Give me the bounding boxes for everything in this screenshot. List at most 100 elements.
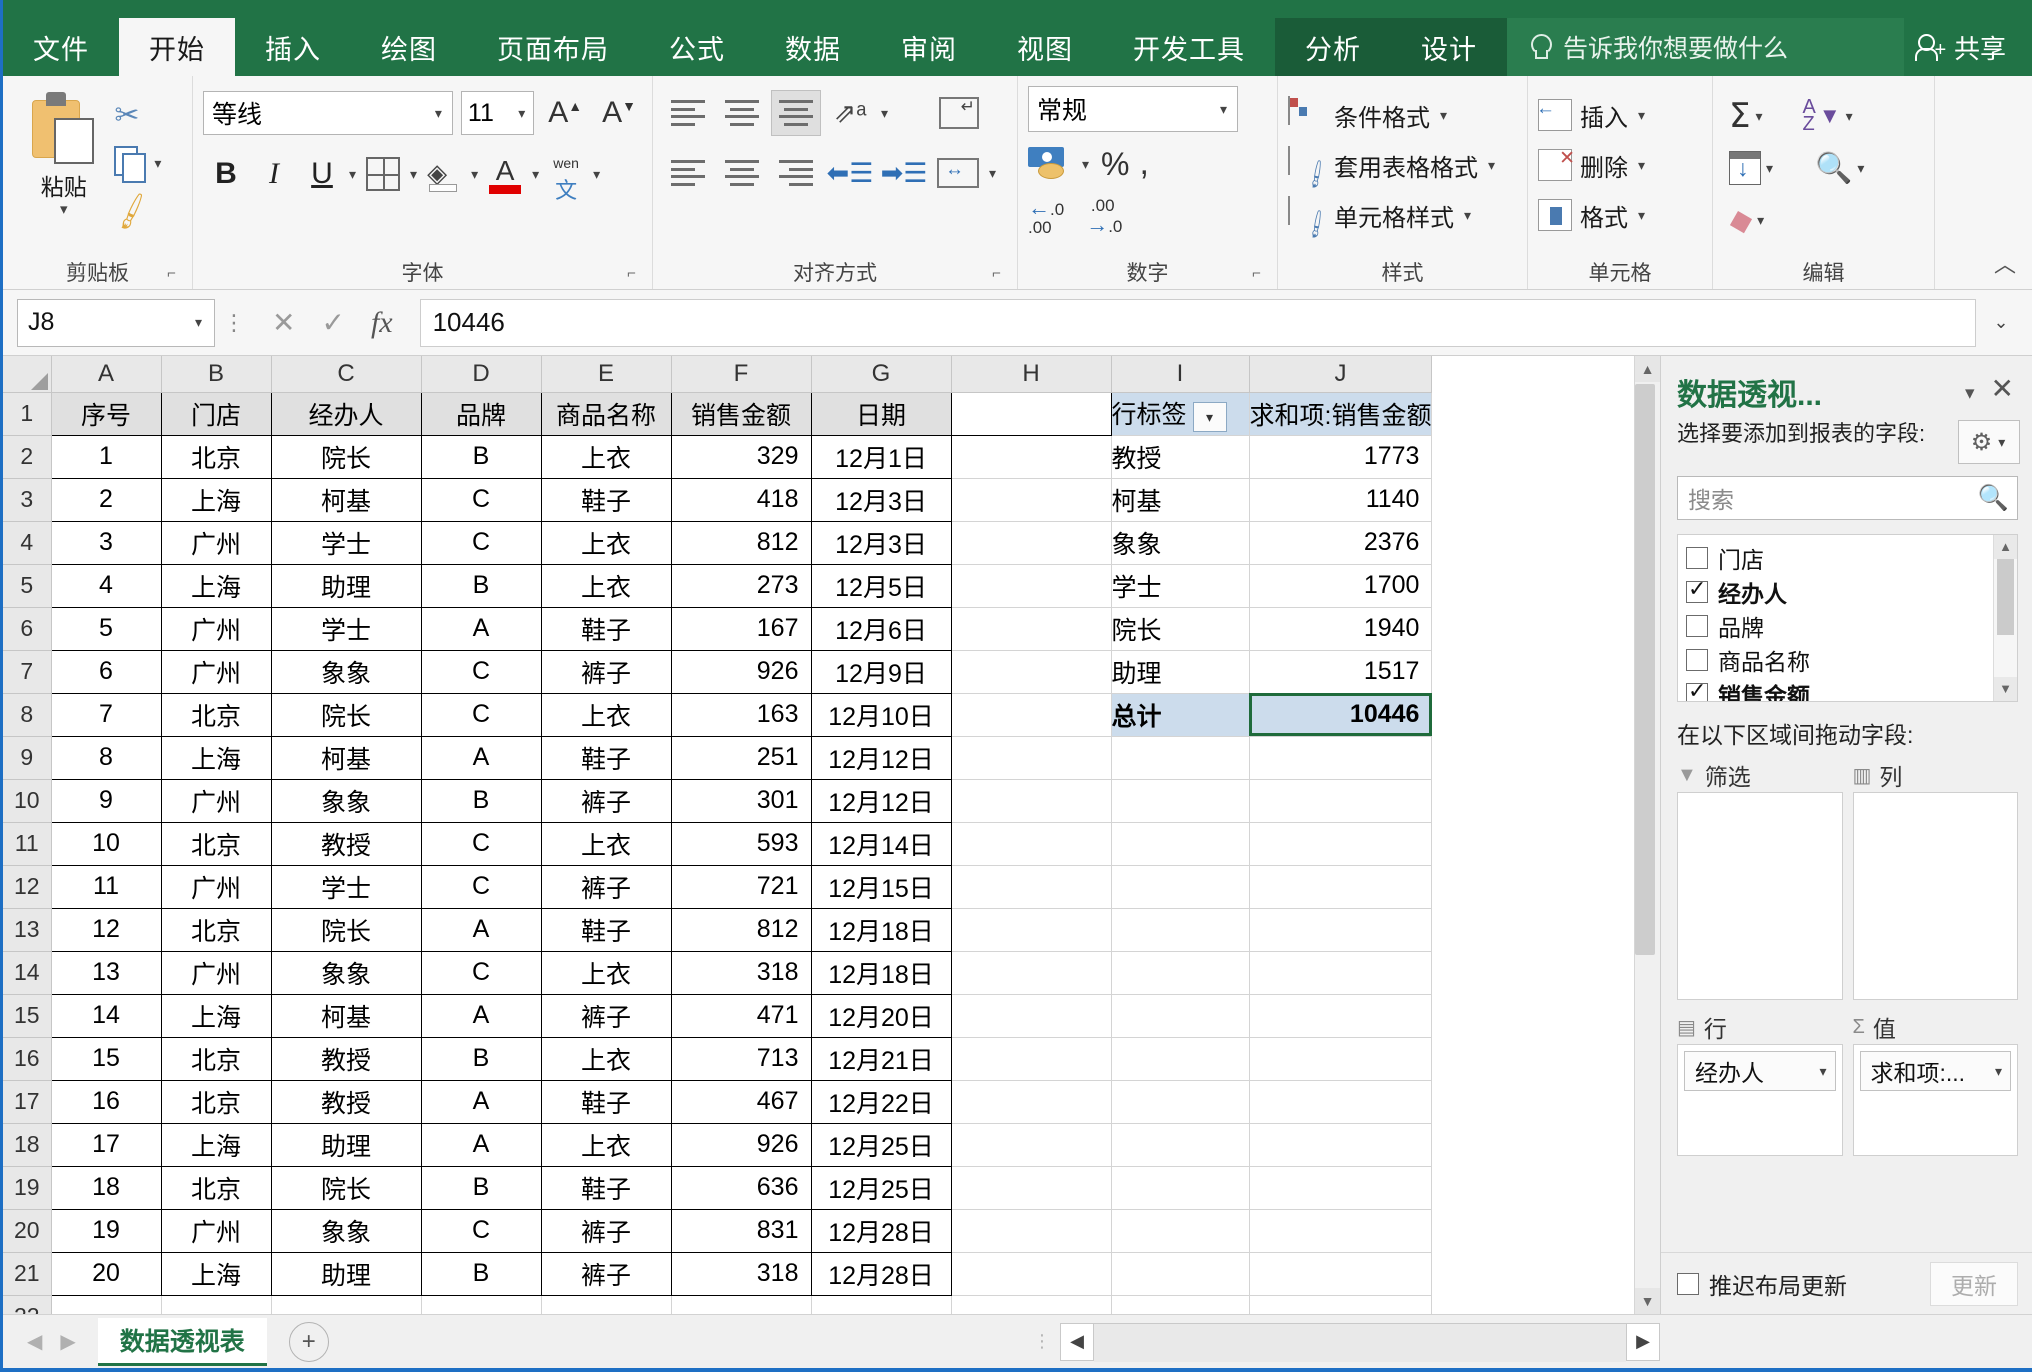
find-select-button[interactable]: 🔍 ▾ xyxy=(1809,151,1872,186)
defer-layout-update-checkbox[interactable] xyxy=(1677,1272,1699,1295)
cell-I9[interactable] xyxy=(1111,736,1250,780)
cell-B9[interactable]: 上海 xyxy=(160,735,272,780)
cell-D2[interactable]: B xyxy=(420,434,542,479)
cell-G12[interactable]: 12月15日 xyxy=(810,864,952,909)
cell-G17[interactable]: 12月22日 xyxy=(810,1079,952,1124)
ribbon-tab-data[interactable]: 数据 xyxy=(755,18,871,76)
cell-G18[interactable]: 12月25日 xyxy=(810,1122,952,1167)
column-header-J[interactable]: J xyxy=(1249,356,1433,393)
previous-sheet-icon[interactable]: ◀ xyxy=(27,1329,42,1354)
cell-C10[interactable]: 象象 xyxy=(270,778,422,823)
cell-D4[interactable]: C xyxy=(420,520,542,565)
column-header-G[interactable]: G xyxy=(811,356,952,393)
panel-menu-chevron-down-icon[interactable]: ▾ xyxy=(1965,370,1975,405)
chevron-down-icon[interactable]: ▾ xyxy=(1846,108,1853,125)
chevron-down-icon[interactable]: ▾ xyxy=(349,166,356,183)
cell-D17[interactable]: A xyxy=(420,1079,542,1124)
chevron-down-icon[interactable]: ▾ xyxy=(1857,160,1864,177)
scroll-down-icon[interactable]: ▼ xyxy=(1994,677,2017,701)
cell-G15[interactable]: 12月20日 xyxy=(810,993,952,1038)
select-all-corner[interactable] xyxy=(3,356,52,393)
cell-E14[interactable]: 上衣 xyxy=(540,950,672,995)
chevron-down-icon[interactable]: ▾ xyxy=(881,105,888,122)
scroll-thumb[interactable] xyxy=(1634,384,1655,955)
bold-button[interactable]: B xyxy=(203,150,249,198)
cell-B17[interactable]: 北京 xyxy=(160,1079,272,1124)
cell-J15[interactable] xyxy=(1249,994,1433,1038)
cell-G5[interactable]: 12月5日 xyxy=(810,563,952,608)
panel-settings-button[interactable]: ⚙ ▾ xyxy=(1958,420,2020,464)
cell-B16[interactable]: 北京 xyxy=(160,1036,272,1081)
cell-E17[interactable]: 鞋子 xyxy=(540,1079,672,1124)
cell-A6[interactable]: 5 xyxy=(50,606,162,651)
chevron-down-icon[interactable]: ▾ xyxy=(1998,434,2005,451)
cell-A17[interactable]: 16 xyxy=(50,1079,162,1124)
cell-B12[interactable]: 广州 xyxy=(160,864,272,909)
cell-B1[interactable]: 门店 xyxy=(160,391,272,436)
align-center-button[interactable] xyxy=(717,150,767,196)
field-checkbox[interactable] xyxy=(1686,547,1708,569)
cell-J22[interactable] xyxy=(1249,1295,1433,1314)
cell-B14[interactable]: 广州 xyxy=(160,950,272,995)
cell-F3[interactable]: 418 xyxy=(670,477,812,522)
copy-button[interactable]: ▾ xyxy=(114,140,182,186)
filters-dropzone[interactable] xyxy=(1677,792,1843,1000)
cell-J10[interactable] xyxy=(1249,779,1433,823)
paste-button[interactable]: 粘贴 ▾ xyxy=(13,86,114,255)
cell-G10[interactable]: 12月12日 xyxy=(810,778,952,823)
phonetic-guide-button[interactable]: wen 文 xyxy=(543,150,589,202)
cell-A16[interactable]: 15 xyxy=(50,1036,162,1081)
column-header-I[interactable]: I xyxy=(1111,356,1250,393)
cell-H2[interactable] xyxy=(951,435,1112,479)
cell-J2[interactable]: 1773 xyxy=(1249,435,1433,479)
decrease-decimal-button[interactable]: .00 →.0 xyxy=(1086,197,1122,236)
chevron-down-icon[interactable]: ▾ xyxy=(518,105,525,122)
orientation-button[interactable]: ⇗ᵃ xyxy=(825,90,875,136)
decrease-indent-button[interactable]: ⬅☰ xyxy=(825,150,875,196)
row-header-17[interactable]: 17 xyxy=(3,1080,52,1124)
chevron-down-icon[interactable]: ▾ xyxy=(60,202,68,217)
cell-B4[interactable]: 广州 xyxy=(160,520,272,565)
chevron-down-icon[interactable]: ▾ xyxy=(1488,157,1495,174)
cell-F13[interactable]: 812 xyxy=(670,907,812,952)
cell-J11[interactable] xyxy=(1249,822,1433,866)
columns-zone[interactable]: ▥ 列 xyxy=(1852,758,2018,1000)
delete-cells-button[interactable]: 删除 ▾ xyxy=(1538,140,1702,190)
cell-A13[interactable]: 12 xyxy=(50,907,162,952)
cell-J19[interactable] xyxy=(1249,1166,1433,1210)
row-header-1[interactable]: 1 xyxy=(3,392,52,436)
row-header-18[interactable]: 18 xyxy=(3,1123,52,1167)
cell-C18[interactable]: 助理 xyxy=(270,1122,422,1167)
cell-G7[interactable]: 12月9日 xyxy=(810,649,952,694)
chevron-down-icon[interactable]: ▾ xyxy=(593,166,600,183)
clipboard-dialog-launcher-icon[interactable]: ⌐ xyxy=(167,266,183,282)
cell-E21[interactable]: 裤子 xyxy=(540,1251,672,1296)
cell-H22[interactable] xyxy=(951,1295,1112,1314)
insert-function-button[interactable]: fx xyxy=(371,306,393,340)
decrease-font-size-button[interactable]: A▼ xyxy=(596,96,642,130)
cell-H19[interactable] xyxy=(951,1166,1112,1210)
chevron-down-icon[interactable]: ▾ xyxy=(471,166,478,183)
cell-A9[interactable]: 8 xyxy=(50,735,162,780)
cell-B13[interactable]: 北京 xyxy=(160,907,272,952)
sort-filter-button[interactable]: A Z ▼ ▾ xyxy=(1797,97,1861,134)
cell-A18[interactable]: 17 xyxy=(50,1122,162,1167)
column-header-F[interactable]: F xyxy=(671,356,812,393)
row-header-7[interactable]: 7 xyxy=(3,650,52,694)
merge-cells-button[interactable] xyxy=(933,150,983,196)
column-header-C[interactable]: C xyxy=(271,356,422,393)
cell-G9[interactable]: 12月12日 xyxy=(810,735,952,780)
cell-H11[interactable] xyxy=(951,822,1112,866)
sheet-tab-pivottable[interactable]: 数据透视表 xyxy=(97,1317,267,1366)
cell-B22[interactable] xyxy=(161,1295,272,1314)
ribbon-tab-draw[interactable]: 绘图 xyxy=(351,18,467,76)
ribbon-tab-page-layout[interactable]: 页面布局 xyxy=(467,18,639,76)
cell-A19[interactable]: 18 xyxy=(50,1165,162,1210)
row-header-6[interactable]: 6 xyxy=(3,607,52,651)
cell-I8[interactable]: 总计 xyxy=(1111,693,1250,737)
rows-zone[interactable]: ▤ 行 经办人 ▾ xyxy=(1677,1010,1843,1252)
cell-B15[interactable]: 上海 xyxy=(160,993,272,1038)
cell-I20[interactable] xyxy=(1111,1209,1250,1253)
field-list-item[interactable]: 商品名称 xyxy=(1686,643,1993,677)
cell-D18[interactable]: A xyxy=(420,1122,542,1167)
